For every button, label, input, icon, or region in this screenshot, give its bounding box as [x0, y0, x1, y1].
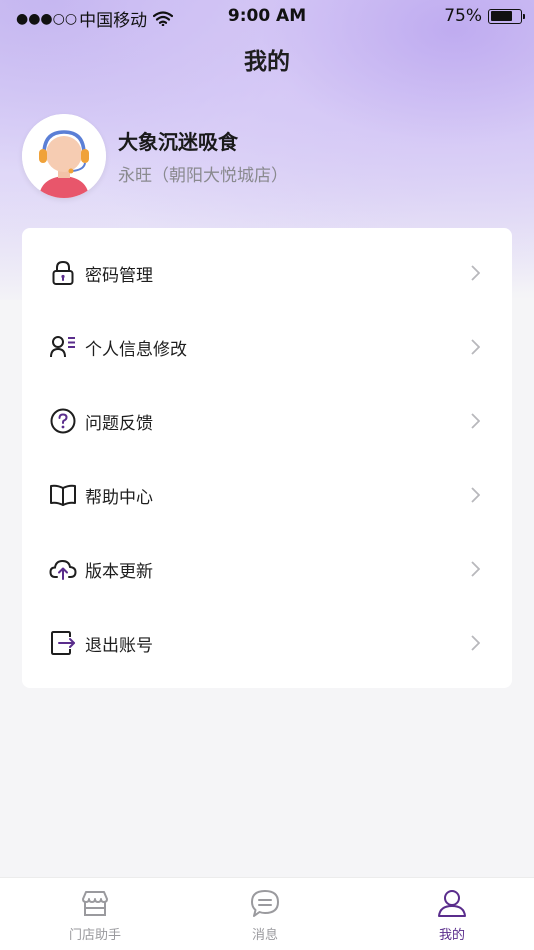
- user-info-icon: [49, 333, 77, 361]
- profile-section[interactable]: 大象沉迷吸食 永旺（朝阳大悦城店）: [22, 114, 512, 200]
- chevron-right-icon: [470, 560, 482, 578]
- menu-item-label: 密码管理: [85, 265, 153, 286]
- chevron-right-icon: [470, 338, 482, 356]
- tab-label: 消息: [251, 928, 278, 943]
- store-icon: [79, 888, 111, 920]
- menu-item-label: 帮助中心: [85, 487, 153, 508]
- menu-item-label: 版本更新: [85, 561, 153, 582]
- battery-level: [490, 11, 512, 21]
- status-bar: ●●●○○ 中国移动 9:00 AM 75%: [0, 0, 534, 34]
- chevron-right-icon: [470, 264, 482, 282]
- avatar[interactable]: [22, 114, 106, 198]
- menu-item-password[interactable]: 密码管理: [22, 236, 512, 310]
- menu-item-label: 退出账号: [85, 635, 153, 656]
- profile-icon: [436, 888, 468, 920]
- tab-messages[interactable]: 消息: [205, 878, 325, 950]
- tab-bar: 门店助手 消息 我的: [0, 877, 534, 950]
- book-icon: [49, 481, 77, 509]
- battery-percentage: 75%: [444, 6, 482, 26]
- tab-store-assistant[interactable]: 门店助手: [35, 878, 155, 950]
- menu-card: 密码管理 个人信息修改 问题反馈 帮助中心 版本更新 退出账号: [22, 228, 512, 688]
- chevron-right-icon: [470, 634, 482, 652]
- menu-item-feedback[interactable]: 问题反馈: [22, 384, 512, 458]
- menu-item-label: 个人信息修改: [85, 339, 187, 360]
- menu-item-logout[interactable]: 退出账号: [22, 606, 512, 680]
- lock-icon: [49, 259, 77, 287]
- message-icon: [249, 888, 281, 920]
- question-circle-icon: [49, 407, 77, 435]
- page-title: 我的: [244, 49, 290, 75]
- menu-item-version-update[interactable]: 版本更新: [22, 532, 512, 606]
- logout-icon: [49, 629, 77, 657]
- chevron-right-icon: [470, 412, 482, 430]
- tab-mine[interactable]: 我的: [392, 878, 512, 950]
- battery-icon: [488, 8, 525, 24]
- user-name: 大象沉迷吸食: [118, 130, 238, 154]
- store-name: 永旺（朝阳大悦城店）: [118, 166, 288, 186]
- menu-item-label: 问题反馈: [85, 413, 153, 434]
- menu-item-profile-edit[interactable]: 个人信息修改: [22, 310, 512, 384]
- menu-item-help-center[interactable]: 帮助中心: [22, 458, 512, 532]
- support-agent-icon: [22, 114, 106, 198]
- chevron-right-icon: [470, 486, 482, 504]
- tab-label: 我的: [438, 928, 465, 943]
- tab-label: 门店助手: [68, 928, 121, 943]
- cloud-upload-icon: [49, 555, 77, 583]
